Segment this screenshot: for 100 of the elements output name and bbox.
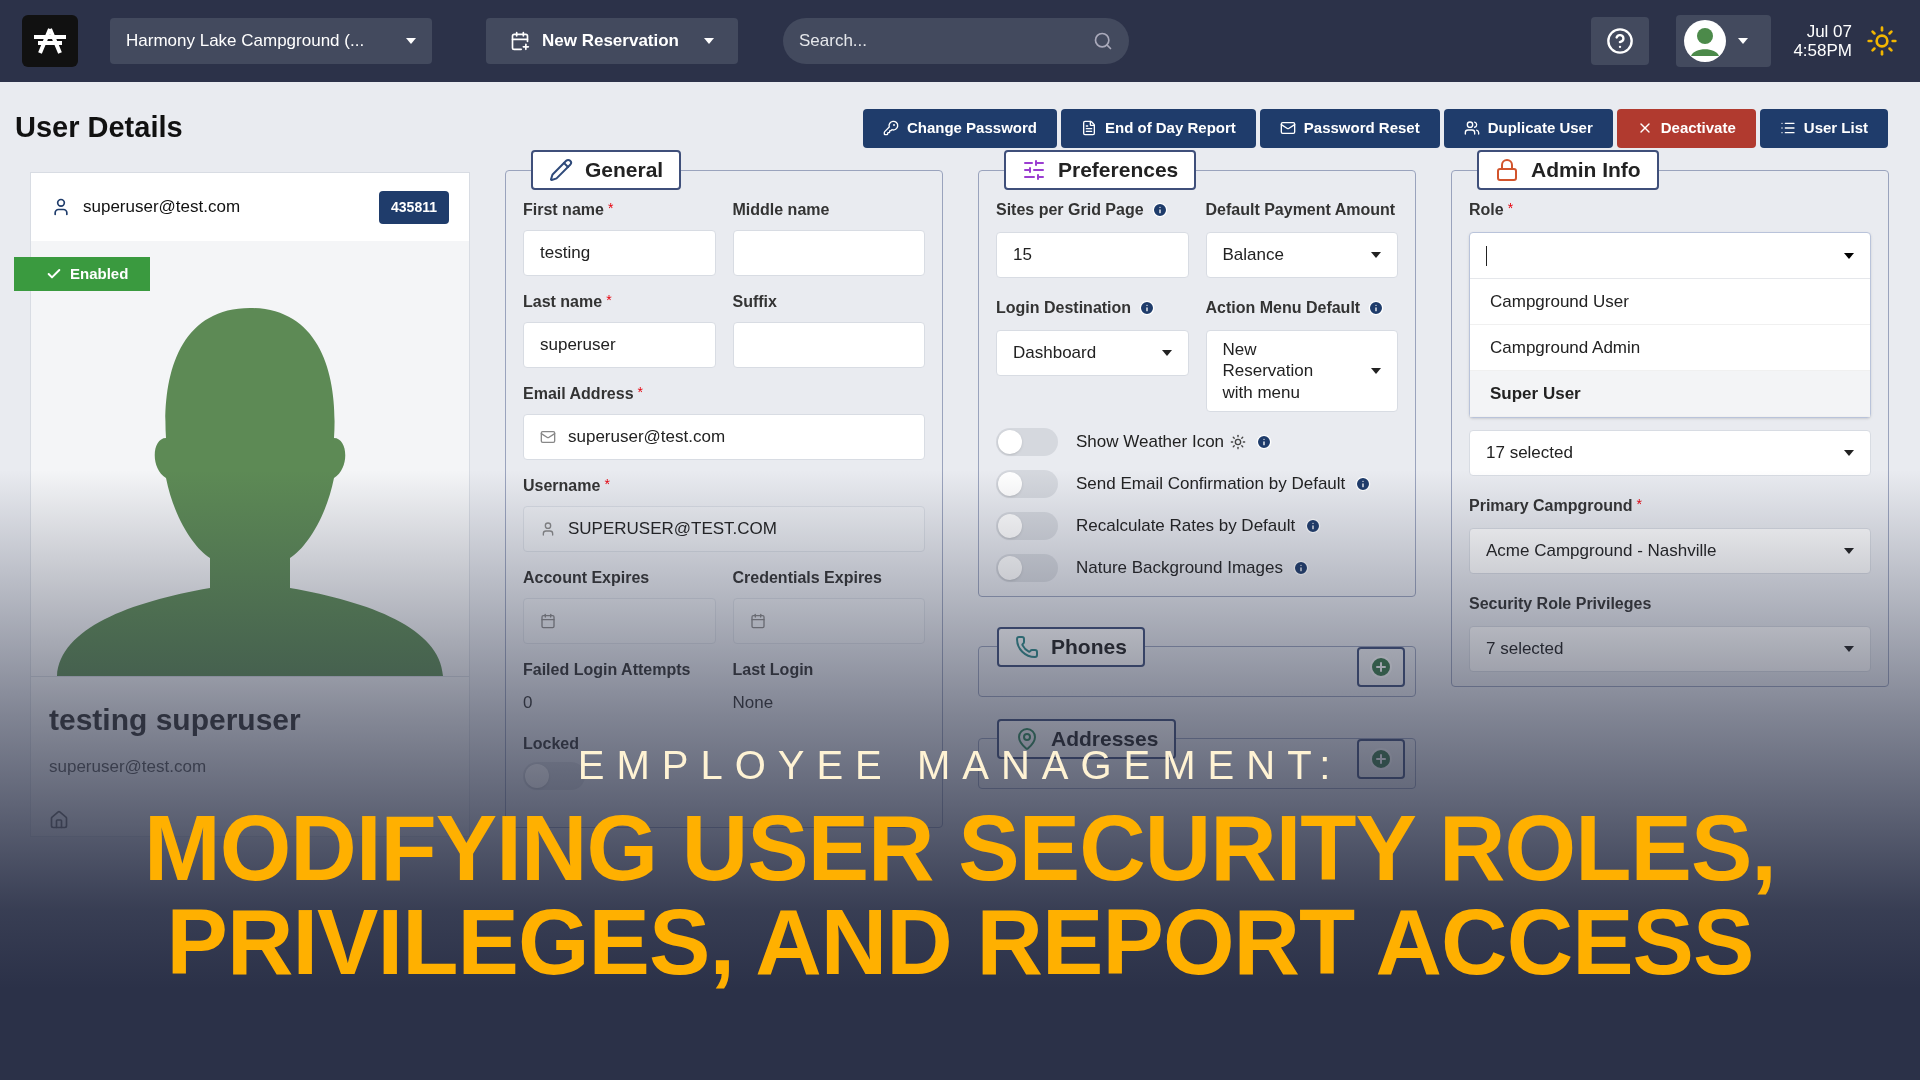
dropdown-option[interactable]: Super User <box>1470 371 1870 417</box>
field-label: Sites per Grid Page <box>996 200 1144 220</box>
user-menu-button[interactable] <box>1676 15 1772 67</box>
campground-selector[interactable]: Harmony Lake Campground (... <box>110 18 432 64</box>
info-icon <box>1305 517 1322 534</box>
section-title: Phones <box>1051 634 1127 660</box>
date-field[interactable] <box>523 598 716 644</box>
field-value: SUPERUSER@TEST.COM <box>568 518 777 541</box>
select-field[interactable]: 17 selected <box>1469 430 1871 476</box>
action-button[interactable]: Change Password <box>862 108 1057 148</box>
required-mark: * <box>1507 200 1514 216</box>
caret-icon <box>1161 350 1172 356</box>
logo-icon[interactable] <box>22 15 78 67</box>
calendar-icon <box>540 613 556 629</box>
user-icon <box>540 521 556 537</box>
action-button[interactable]: User List <box>1759 108 1888 148</box>
field-label: Account Expires <box>523 569 650 586</box>
list-icon <box>1779 120 1796 136</box>
toggle-label: Send Email Confirmation by Default <box>1076 473 1346 495</box>
select-field[interactable]: New Reservation with menu <box>1205 330 1398 412</box>
toggle-switch[interactable] <box>996 427 1058 456</box>
select-field[interactable]: Acme Campground - Nashville <box>1469 528 1871 574</box>
search-icon <box>1093 31 1113 51</box>
field-label: Last name <box>523 293 603 310</box>
email-field[interactable]: superuser@test.com <box>523 414 925 460</box>
field-label: Security Role Privileges <box>1469 595 1652 612</box>
add-button[interactable] <box>1357 646 1405 687</box>
role-dropdown[interactable]: Campground User Campground Admin Super User <box>1469 232 1871 418</box>
info-icon <box>1256 433 1273 450</box>
field-value: 0 <box>523 692 534 714</box>
lock-icon <box>1495 158 1519 182</box>
caret-icon <box>406 38 416 44</box>
profile-subtitle: superuser@test.com <box>49 756 208 778</box>
text-field[interactable] <box>732 230 925 276</box>
text-field[interactable]: testing <box>523 230 716 276</box>
field-value: superuser@test.com <box>568 426 726 449</box>
pin-icon <box>1015 726 1039 751</box>
text-field[interactable]: superuser <box>523 322 716 368</box>
info-icon <box>1292 559 1309 576</box>
dropdown-option[interactable]: Campground Admin <box>1470 325 1870 371</box>
users-icon <box>1463 120 1480 136</box>
caret-icon <box>1844 252 1854 259</box>
field-label: Email Address <box>523 385 634 402</box>
toggle-switch[interactable] <box>996 511 1058 540</box>
select-value: 17 selected <box>1486 442 1573 465</box>
dropdown-option[interactable]: Campground User <box>1470 279 1870 325</box>
help-button[interactable] <box>1591 17 1650 65</box>
help-icon <box>1606 27 1635 55</box>
phone-icon <box>1015 634 1039 659</box>
toggle-label: Nature Background Images <box>1076 557 1283 579</box>
action-button[interactable]: Deactivate <box>1616 108 1756 148</box>
caret-icon <box>1844 646 1854 652</box>
select-field[interactable]: 7 selected <box>1469 626 1871 672</box>
required-mark: * <box>604 476 610 492</box>
action-button[interactable]: Password Reset <box>1259 108 1440 148</box>
action-button[interactable]: Duplicate User <box>1443 108 1613 148</box>
caret-icon <box>1738 38 1749 44</box>
date-text: Jul 07 <box>1805 22 1852 41</box>
field-label: Default Payment Amount <box>1205 200 1396 220</box>
section-title: Admin Info <box>1531 157 1641 184</box>
required-mark: * <box>1636 496 1643 512</box>
profile-email: superuser@test.com <box>83 196 241 219</box>
date-field[interactable] <box>732 598 925 644</box>
select-value: 7 selected <box>1486 638 1564 661</box>
field-label: Login Destination <box>996 298 1132 318</box>
section-title: General <box>585 157 664 184</box>
plus-icon <box>1369 654 1393 679</box>
mail-icon <box>1279 120 1296 136</box>
toggle-switch[interactable] <box>996 469 1058 498</box>
caret-icon <box>1371 367 1381 374</box>
text-field[interactable] <box>732 322 925 368</box>
text-field[interactable]: 15 <box>996 232 1189 278</box>
calendar-plus-icon <box>510 31 530 51</box>
required-mark: * <box>606 292 612 308</box>
select-field[interactable]: Balance <box>1205 232 1398 278</box>
select-value: Acme Campground - Nashville <box>1486 540 1717 563</box>
username-field[interactable]: SUPERUSER@TEST.COM <box>523 506 925 552</box>
select-field[interactable]: Dashboard <box>996 330 1189 376</box>
select-value: Dashboard <box>1013 342 1098 364</box>
sliders-icon <box>1022 158 1046 182</box>
field-label: Credentials Expires <box>732 569 882 586</box>
new-reservation-button[interactable]: New Reservation <box>486 18 738 64</box>
field-label: Primary Campground <box>1469 497 1633 514</box>
toggle-label: Recalculate Rates by Default <box>1076 515 1296 537</box>
calendar-icon <box>749 613 766 629</box>
field-label: Failed Login Attempts <box>523 661 691 678</box>
user-id-badge: 435811 <box>379 190 449 224</box>
time-text: 4:58PM <box>1793 41 1852 60</box>
profile-name: testing superuser <box>49 702 302 738</box>
sun-icon[interactable] <box>1866 25 1898 57</box>
report-icon <box>1080 120 1097 136</box>
add-button[interactable] <box>1357 738 1405 779</box>
field-label: Locked <box>523 734 580 754</box>
field-value: None <box>732 692 775 714</box>
action-button[interactable]: End of Day Report <box>1060 108 1256 148</box>
toggle-label: Show Weather Icon <box>1076 431 1225 453</box>
toggle-switch[interactable] <box>996 553 1058 582</box>
required-mark: * <box>637 384 643 400</box>
field-label: Username <box>523 477 601 494</box>
search-field[interactable]: Search... <box>783 18 1129 64</box>
